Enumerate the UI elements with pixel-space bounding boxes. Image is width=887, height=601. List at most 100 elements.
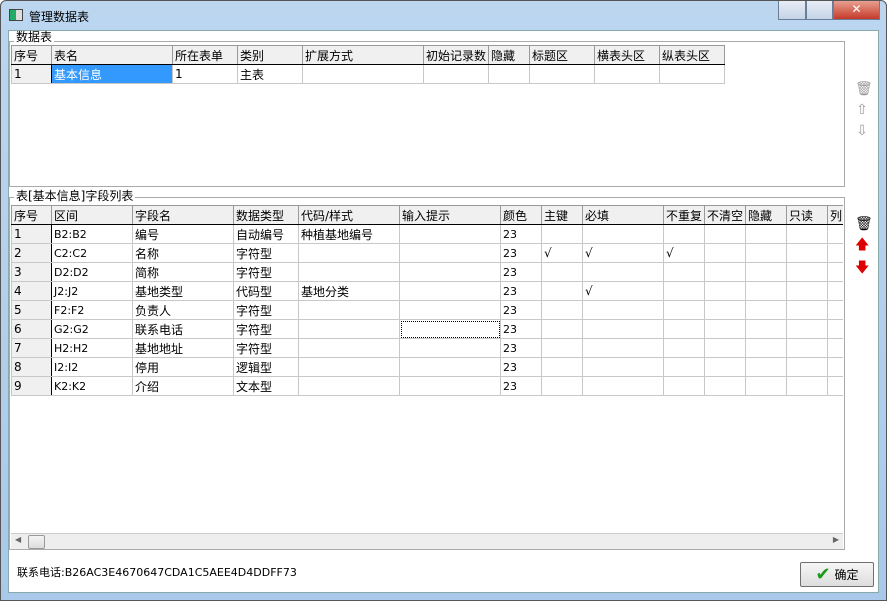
- table-cell[interactable]: 负责人: [132, 300, 234, 320]
- column-header[interactable]: 字段名: [132, 205, 234, 225]
- column-header[interactable]: 纵表头区: [659, 45, 725, 65]
- table-cell[interactable]: [541, 224, 583, 244]
- table-cell[interactable]: 停用: [132, 357, 234, 377]
- table-cell[interactable]: [745, 376, 787, 396]
- table-cell[interactable]: [663, 300, 705, 320]
- table-cell[interactable]: [827, 319, 843, 339]
- table-cell[interactable]: [745, 243, 787, 263]
- table-cell[interactable]: J2:J2: [51, 281, 133, 301]
- table-cell[interactable]: 23: [500, 376, 542, 396]
- table-cell[interactable]: [541, 338, 583, 358]
- table-cell[interactable]: 23: [500, 300, 542, 320]
- column-header[interactable]: 隐藏: [745, 205, 787, 225]
- table-cell[interactable]: √: [541, 243, 583, 263]
- column-header[interactable]: 隐藏: [488, 45, 530, 65]
- table-row[interactable]: 6 G2:G2 联系电话 字符型 23: [11, 319, 843, 339]
- column-header[interactable]: 类别: [237, 45, 303, 65]
- column-header[interactable]: 扩展方式: [302, 45, 424, 65]
- table-cell[interactable]: 编号: [132, 224, 234, 244]
- table-cell[interactable]: [298, 357, 400, 377]
- arrow-down-icon[interactable]: 🡇: [855, 261, 869, 275]
- row-number[interactable]: 6: [11, 319, 52, 339]
- horizontal-scrollbar[interactable]: ◀ ▶: [11, 533, 843, 549]
- table-cell[interactable]: K2:K2: [51, 376, 133, 396]
- table-cell[interactable]: √: [663, 243, 705, 263]
- table-cell[interactable]: [298, 338, 400, 358]
- table-cell[interactable]: [594, 64, 660, 84]
- row-number[interactable]: 1: [11, 224, 52, 244]
- table-cell[interactable]: [827, 376, 843, 396]
- column-header[interactable]: 不重复: [663, 205, 705, 225]
- table-cell[interactable]: [298, 300, 400, 320]
- table-cell[interactable]: [582, 300, 664, 320]
- table-cell[interactable]: [663, 281, 705, 301]
- table-cell[interactable]: 字符型: [233, 319, 299, 339]
- column-header[interactable]: 序号: [11, 45, 52, 65]
- column-header[interactable]: 只读: [786, 205, 828, 225]
- column-header[interactable]: 初始记录数: [423, 45, 489, 65]
- table-cell[interactable]: F2:F2: [51, 300, 133, 320]
- table-cell[interactable]: [745, 281, 787, 301]
- table-cell[interactable]: [399, 243, 501, 263]
- table-row[interactable]: 1 基本信息 1 主表: [11, 64, 725, 84]
- table-cell[interactable]: [399, 224, 501, 244]
- table-cell[interactable]: [827, 243, 843, 263]
- table-cell[interactable]: [745, 357, 787, 377]
- table-cell[interactable]: C2:C2: [51, 243, 133, 263]
- table-cell[interactable]: 种植基地编号: [298, 224, 400, 244]
- table-cell[interactable]: 23: [500, 262, 542, 282]
- scroll-left-icon[interactable]: ◀: [15, 535, 21, 544]
- column-header[interactable]: 区间: [51, 205, 133, 225]
- table-cell[interactable]: [541, 357, 583, 377]
- scrollbar-thumb[interactable]: [28, 535, 45, 549]
- column-header[interactable]: 所在表单: [172, 45, 238, 65]
- table-cell[interactable]: [399, 319, 501, 339]
- table-cell[interactable]: [786, 319, 828, 339]
- minimize-button[interactable]: [778, 1, 806, 20]
- table-row[interactable]: 4 J2:J2 基地类型 代码型 基地分类 23 √: [11, 281, 843, 301]
- column-header[interactable]: 横表头区: [594, 45, 660, 65]
- table-cell[interactable]: [786, 224, 828, 244]
- table-cell[interactable]: [745, 262, 787, 282]
- table-cell[interactable]: 23: [500, 281, 542, 301]
- table-cell[interactable]: [298, 376, 400, 396]
- table-cell[interactable]: D2:D2: [51, 262, 133, 282]
- table-cell[interactable]: [663, 262, 705, 282]
- table-cell[interactable]: 基地类型: [132, 281, 234, 301]
- table-cell[interactable]: 代码型: [233, 281, 299, 301]
- column-header[interactable]: 列: [827, 205, 843, 225]
- column-header[interactable]: 必填: [582, 205, 664, 225]
- column-header[interactable]: 序号: [11, 205, 52, 225]
- table-cell[interactable]: [529, 64, 595, 84]
- table-cell[interactable]: [786, 376, 828, 396]
- table-cell[interactable]: [786, 281, 828, 301]
- table-row[interactable]: 7 H2:H2 基地地址 字符型 23: [11, 338, 843, 358]
- column-header[interactable]: 主键: [541, 205, 583, 225]
- table-cell[interactable]: [704, 281, 746, 301]
- table-cell[interactable]: [704, 376, 746, 396]
- table-cell[interactable]: [827, 281, 843, 301]
- table-cell[interactable]: [302, 64, 424, 84]
- table-cell[interactable]: [786, 338, 828, 358]
- table-cell[interactable]: [659, 64, 725, 84]
- row-number[interactable]: 9: [11, 376, 52, 396]
- table-cell[interactable]: [745, 224, 787, 244]
- table-cell[interactable]: 23: [500, 224, 542, 244]
- table-cell[interactable]: [582, 319, 664, 339]
- table-row[interactable]: 2 C2:C2 名称 字符型 23 √ √ √: [11, 243, 843, 263]
- table-cell[interactable]: √: [582, 243, 664, 263]
- table-cell[interactable]: [663, 224, 705, 244]
- table-cell[interactable]: 字符型: [233, 262, 299, 282]
- table-cell[interactable]: [399, 338, 501, 358]
- table-cell[interactable]: [399, 300, 501, 320]
- table-cell[interactable]: 字符型: [233, 243, 299, 263]
- table-cell[interactable]: [298, 319, 400, 339]
- column-header[interactable]: 颜色: [500, 205, 542, 225]
- table-cell[interactable]: [663, 319, 705, 339]
- table-cell[interactable]: G2:G2: [51, 319, 133, 339]
- row-number[interactable]: 3: [11, 262, 52, 282]
- table-cell[interactable]: 字符型: [233, 300, 299, 320]
- scroll-right-icon[interactable]: ▶: [833, 535, 839, 544]
- table-cell[interactable]: [663, 376, 705, 396]
- close-button[interactable]: ✕: [833, 1, 880, 20]
